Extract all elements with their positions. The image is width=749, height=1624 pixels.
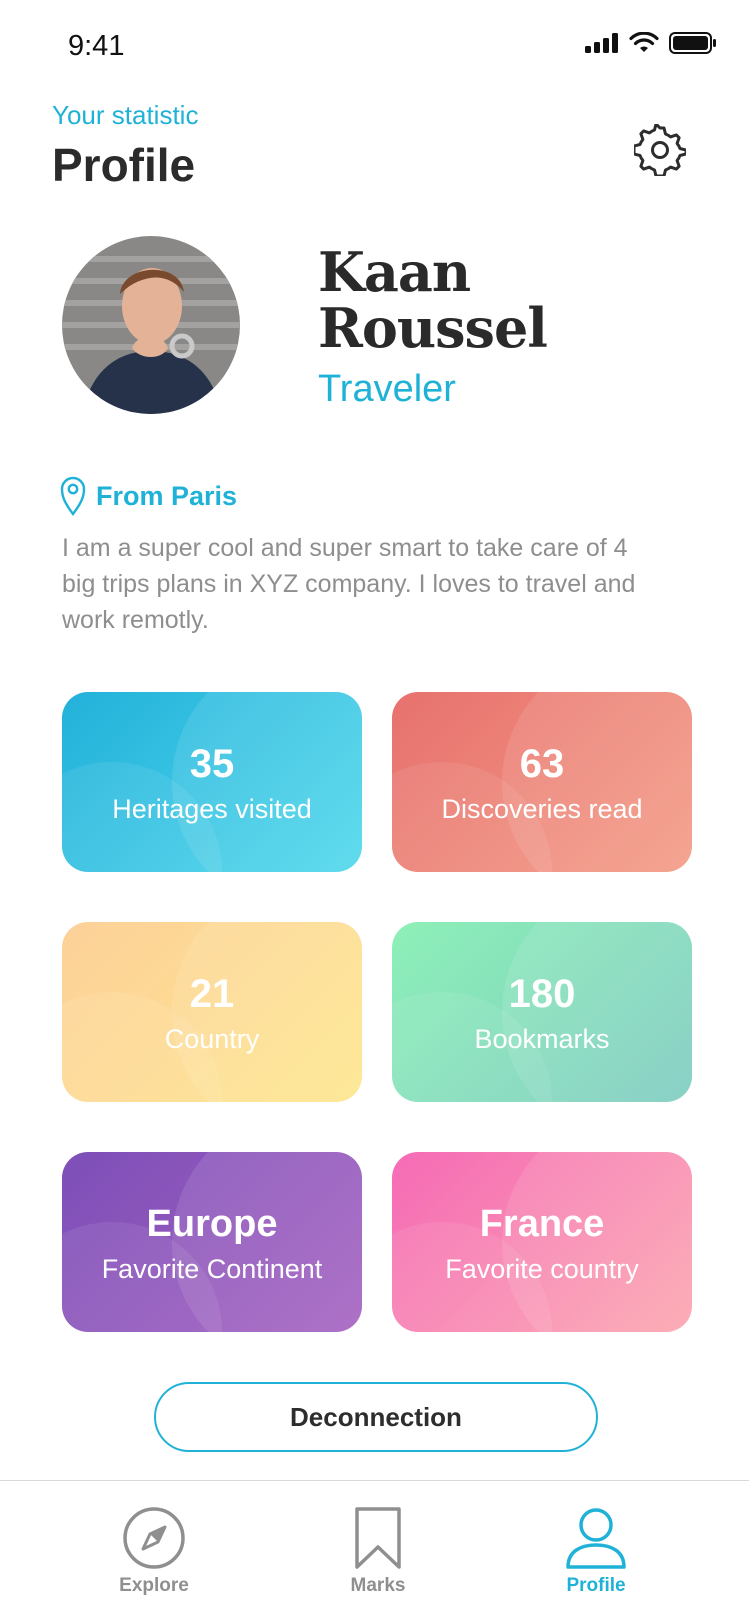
- wifi-icon: [629, 32, 659, 52]
- tab-profile[interactable]: Profile: [526, 1505, 666, 1597]
- stat-value: 180: [508, 972, 576, 1016]
- compass-icon: [123, 1507, 185, 1569]
- user-icon: [566, 1508, 626, 1569]
- tab-label: Explore: [119, 1575, 189, 1596]
- bookmark-icon: [355, 1507, 401, 1569]
- status-bar: 9:41: [0, 0, 749, 90]
- profile-name: Kaan Roussel: [318, 240, 548, 360]
- tab-bar: Explore Marks Profile: [0, 1480, 749, 1624]
- stat-label: Discoveries read: [441, 794, 643, 824]
- stat-label: Bookmarks: [474, 1024, 610, 1054]
- stat-card-heritages[interactable]: 35 Heritages visited: [62, 692, 362, 872]
- location-text: From Paris: [96, 480, 238, 511]
- status-time: 9:41: [68, 30, 125, 62]
- tab-marks[interactable]: Marks: [308, 1505, 448, 1597]
- stat-label: Favorite country: [445, 1254, 639, 1284]
- tab-label: Profile: [566, 1575, 626, 1596]
- stat-card-favorite-country[interactable]: France Favorite country: [392, 1152, 692, 1332]
- location: From Paris: [60, 476, 237, 516]
- profile-role: Traveler: [318, 368, 456, 410]
- disconnect-button[interactable]: Deconnection: [154, 1382, 598, 1452]
- tab-explore[interactable]: Explore: [84, 1505, 224, 1597]
- stat-card-favorite-continent[interactable]: Europe Favorite Continent: [62, 1152, 362, 1332]
- stat-value: 35: [189, 742, 235, 786]
- page-subtitle: Your statistic: [52, 100, 199, 130]
- profile-bio: I am a super cool and super smart to tak…: [62, 534, 636, 634]
- signal-icon: [585, 33, 618, 53]
- battery-icon: [669, 32, 716, 54]
- stat-value: 21: [189, 972, 235, 1016]
- tab-label: Marks: [350, 1575, 406, 1596]
- avatar[interactable]: [62, 236, 240, 414]
- map-pin-icon: [60, 476, 86, 516]
- gear-icon: [634, 124, 686, 176]
- stat-label: Country: [164, 1024, 260, 1054]
- stat-value: 63: [519, 742, 565, 786]
- stat-card-country[interactable]: 21 Country: [62, 922, 362, 1102]
- stat-card-discoveries[interactable]: 63 Discoveries read: [392, 692, 692, 872]
- stat-label: Heritages visited: [112, 794, 312, 824]
- settings-button[interactable]: [632, 122, 688, 178]
- stat-value: France: [479, 1203, 605, 1245]
- avatar-photo: [62, 236, 240, 414]
- stat-card-bookmarks[interactable]: 180 Bookmarks: [392, 922, 692, 1102]
- page-title: Profile: [52, 139, 196, 191]
- stat-label: Favorite Continent: [101, 1254, 323, 1284]
- stat-value: Europe: [146, 1203, 278, 1245]
- status-icons: [585, 32, 717, 54]
